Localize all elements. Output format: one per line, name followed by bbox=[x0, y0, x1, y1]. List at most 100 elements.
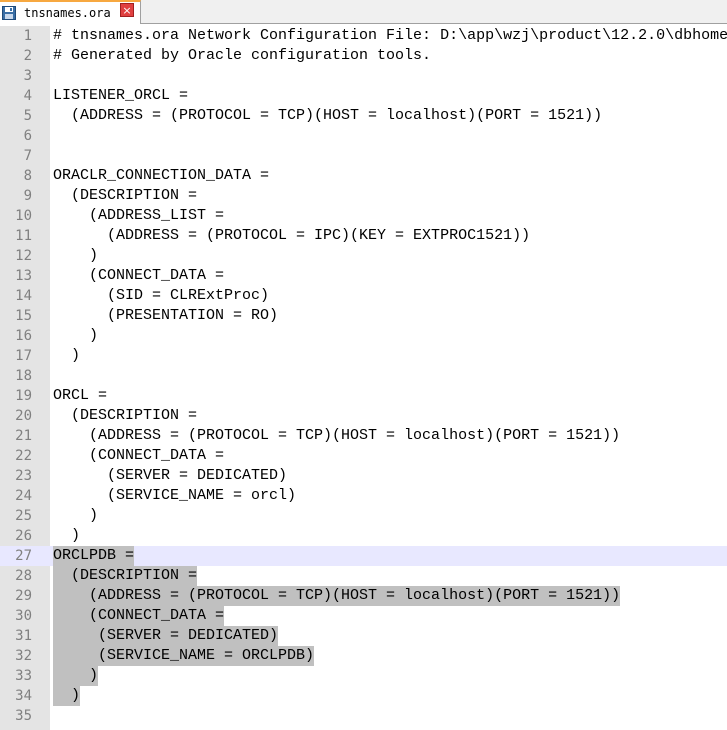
code-line[interactable]: 5 (ADDRESS = (PROTOCOL = TCP)(HOST = loc… bbox=[0, 106, 727, 126]
code-line[interactable]: 1 # tnsnames.ora Network Configuration Fi… bbox=[0, 26, 727, 46]
code-line[interactable]: 21 (ADDRESS = (PROTOCOL = TCP)(HOST = lo… bbox=[0, 426, 727, 446]
code-text: (SERVICE_NAME = orcl) bbox=[53, 487, 297, 504]
code-text: (ADDRESS = (PROTOCOL = TCP)(HOST = local… bbox=[53, 427, 621, 444]
code-text: ) bbox=[53, 686, 81, 706]
save-icon bbox=[2, 6, 16, 20]
line-number: 27 bbox=[15, 548, 32, 564]
code-line[interactable]: 16 ) bbox=[0, 326, 727, 346]
code-line[interactable]: 18 bbox=[0, 366, 727, 386]
code-line[interactable]: 10 (ADDRESS_LIST = bbox=[0, 206, 727, 226]
code-line[interactable]: 23 (SERVER = DEDICATED) bbox=[0, 466, 727, 486]
code-editor[interactable]: 1 # tnsnames.ora Network Configuration Fi… bbox=[0, 26, 727, 730]
line-number: 33 bbox=[15, 668, 32, 684]
code-line[interactable]: 25 ) bbox=[0, 506, 727, 526]
code-line[interactable]: 3 bbox=[0, 66, 727, 86]
code-text: ) bbox=[53, 347, 81, 364]
code-line[interactable]: 26 ) bbox=[0, 526, 727, 546]
line-number: 3 bbox=[23, 68, 32, 84]
code-line[interactable]: 32 (SERVICE_NAME = ORCLPDB) bbox=[0, 646, 727, 666]
line-number: 26 bbox=[15, 528, 32, 544]
code-line[interactable]: 28 (DESCRIPTION = bbox=[0, 566, 727, 586]
line-number: 16 bbox=[15, 328, 32, 344]
code-text: (SID = CLRExtProc) bbox=[53, 287, 270, 304]
code-text: (SERVER = DEDICATED) bbox=[53, 467, 288, 484]
code-text: (ADDRESS = (PROTOCOL = IPC)(KEY = EXTPRO… bbox=[53, 227, 531, 244]
code-line[interactable]: 15 (PRESENTATION = RO) bbox=[0, 306, 727, 326]
code-line[interactable]: 2 # Generated by Oracle configuration too… bbox=[0, 46, 727, 66]
tab-bar: tnsnames.ora × bbox=[0, 0, 727, 24]
line-number: 8 bbox=[23, 168, 32, 184]
line-number: 19 bbox=[15, 388, 32, 404]
code-text: ) bbox=[53, 327, 99, 344]
code-line[interactable]: 33 ) bbox=[0, 666, 727, 686]
code-line[interactable]: 35 bbox=[0, 706, 727, 726]
code-line[interactable]: 29 (ADDRESS = (PROTOCOL = TCP)(HOST = lo… bbox=[0, 586, 727, 606]
editor-window: tnsnames.ora × 1 # tnsnames.ora Network C… bbox=[0, 0, 727, 730]
code-line[interactable]: 7 bbox=[0, 146, 727, 166]
code-line[interactable]: 6 bbox=[0, 126, 727, 146]
line-number: 20 bbox=[15, 408, 32, 424]
line-number: 34 bbox=[15, 688, 32, 704]
line-number: 14 bbox=[15, 288, 32, 304]
code-line[interactable]: 4 LISTENER_ORCL = bbox=[0, 86, 727, 106]
close-icon[interactable]: × bbox=[120, 3, 134, 17]
code-line[interactable]: 14 (SID = CLRExtProc) bbox=[0, 286, 727, 306]
code-text: (ADDRESS = (PROTOCOL = TCP)(HOST = local… bbox=[53, 586, 621, 606]
code-text: # tnsnames.ora Network Configuration Fil… bbox=[53, 27, 727, 44]
code-line[interactable]: 20 (DESCRIPTION = bbox=[0, 406, 727, 426]
code-text: (DESCRIPTION = bbox=[53, 407, 198, 424]
line-number: 28 bbox=[15, 568, 32, 584]
line-number: 10 bbox=[15, 208, 32, 224]
line-number: 9 bbox=[23, 188, 32, 204]
code-text: # Generated by Oracle configuration tool… bbox=[53, 47, 432, 64]
code-text: ORACLR_CONNECTION_DATA = bbox=[53, 167, 270, 184]
code-line[interactable]: 30 (CONNECT_DATA = bbox=[0, 606, 727, 626]
line-number: 30 bbox=[15, 608, 32, 624]
line-number: 25 bbox=[15, 508, 32, 524]
code-text: ) bbox=[53, 666, 99, 686]
line-number: 12 bbox=[15, 248, 32, 264]
line-number: 15 bbox=[15, 308, 32, 324]
code-text: (CONNECT_DATA = bbox=[53, 606, 225, 626]
line-number: 1 bbox=[23, 28, 32, 44]
code-line[interactable]: 9 (DESCRIPTION = bbox=[0, 186, 727, 206]
code-line[interactable]: 17 ) bbox=[0, 346, 727, 366]
line-number: 35 bbox=[15, 708, 32, 724]
code-text: ) bbox=[53, 247, 99, 264]
code-line[interactable]: 24 (SERVICE_NAME = orcl) bbox=[0, 486, 727, 506]
line-number: 18 bbox=[15, 368, 32, 384]
line-number: 32 bbox=[15, 648, 32, 664]
code-line[interactable]: 13 (CONNECT_DATA = bbox=[0, 266, 727, 286]
code-text: (DESCRIPTION = bbox=[53, 187, 198, 204]
code-text: ORCLPDB = bbox=[53, 546, 135, 566]
line-number: 24 bbox=[15, 488, 32, 504]
code-line[interactable]: 8 ORACLR_CONNECTION_DATA = bbox=[0, 166, 727, 186]
line-number: 5 bbox=[23, 108, 32, 124]
code-line[interactable]: 31 (SERVER = DEDICATED) bbox=[0, 626, 727, 646]
code-text: (CONNECT_DATA = bbox=[53, 447, 225, 464]
code-text: (SERVICE_NAME = ORCLPDB) bbox=[53, 646, 315, 666]
line-number: 29 bbox=[15, 588, 32, 604]
code-text: LISTENER_ORCL = bbox=[53, 87, 189, 104]
code-line[interactable]: 11 (ADDRESS = (PROTOCOL = IPC)(KEY = EXT… bbox=[0, 226, 727, 246]
line-number: 2 bbox=[23, 48, 32, 64]
code-line[interactable]: 19 ORCL = bbox=[0, 386, 727, 406]
line-number: 23 bbox=[15, 468, 32, 484]
code-text: (ADDRESS = (PROTOCOL = TCP)(HOST = local… bbox=[53, 107, 603, 124]
line-number: 6 bbox=[23, 128, 32, 144]
line-number: 13 bbox=[15, 268, 32, 284]
code-line[interactable]: 34 ) bbox=[0, 686, 727, 706]
code-text: ) bbox=[53, 527, 81, 544]
tab-tnsnames[interactable]: tnsnames.ora × bbox=[0, 0, 141, 24]
code-line[interactable]: 22 (CONNECT_DATA = bbox=[0, 446, 727, 466]
code-text: ) bbox=[53, 507, 99, 524]
line-number: 11 bbox=[15, 228, 32, 244]
tab-label: tnsnames.ora bbox=[24, 6, 111, 20]
line-number: 4 bbox=[23, 88, 32, 104]
line-number: 7 bbox=[23, 148, 32, 164]
code-line[interactable]: 27 ORCLPDB = bbox=[0, 546, 727, 566]
line-number: 17 bbox=[15, 348, 32, 364]
code-line[interactable]: 12 ) bbox=[0, 246, 727, 266]
code-text: (ADDRESS_LIST = bbox=[53, 207, 225, 224]
code-text: (SERVER = DEDICATED) bbox=[53, 626, 279, 646]
